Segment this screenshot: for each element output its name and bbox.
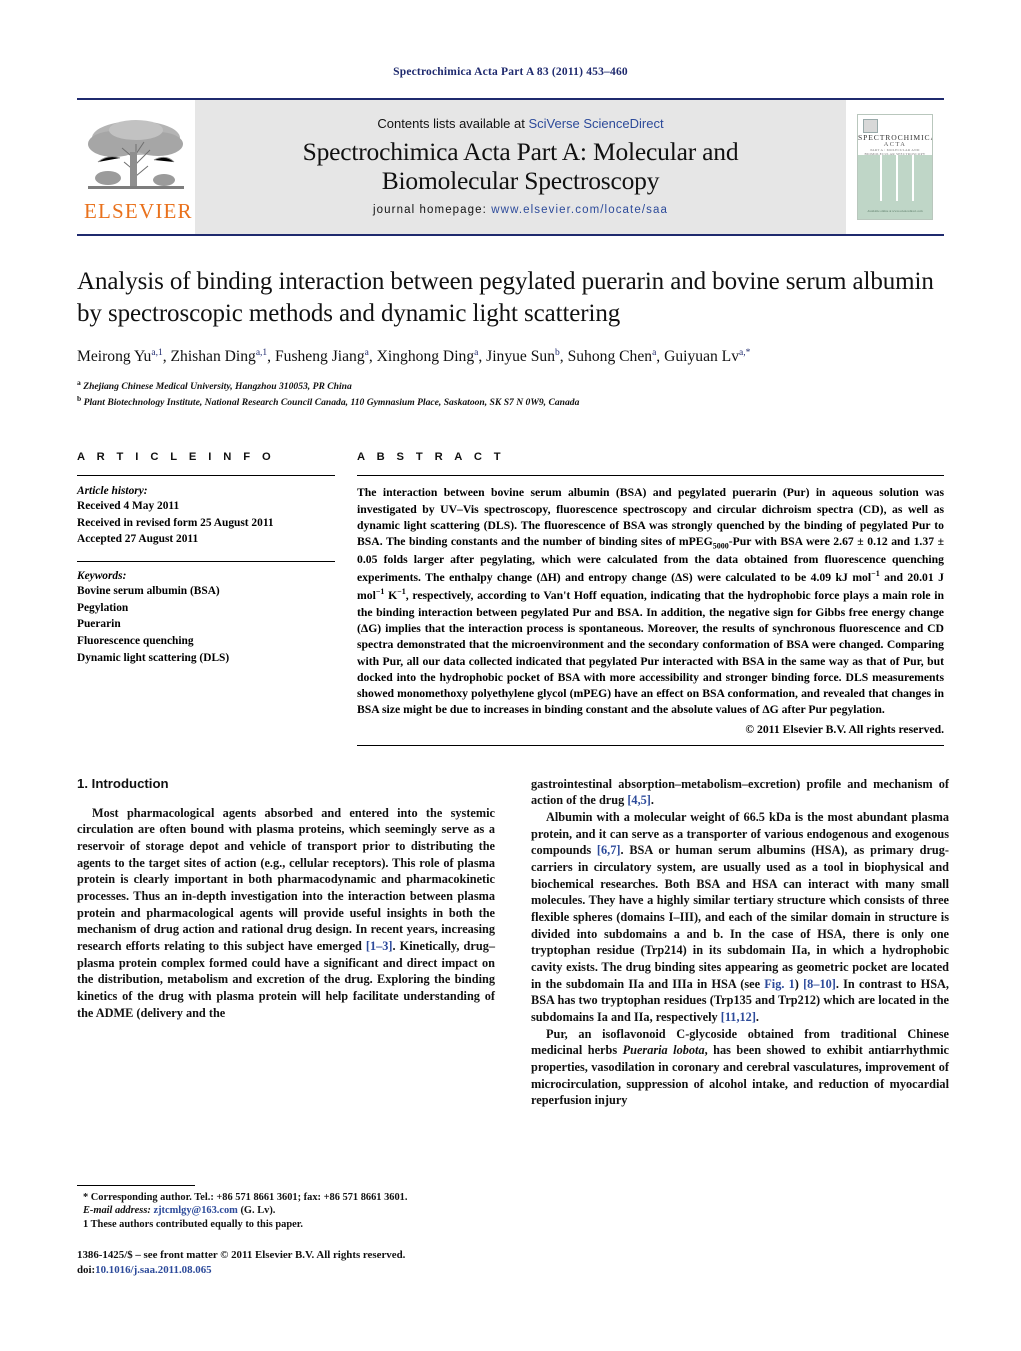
- journal-homepage-line: journal homepage: www.elsevier.com/locat…: [373, 204, 668, 216]
- history-item: Received in revised form 25 August 2011: [77, 516, 274, 529]
- journal-title-line2: Biomolecular Spectroscopy: [381, 165, 660, 195]
- elsevier-wordmark: ELSEVIER: [84, 199, 193, 223]
- email-suffix: (G. Lv).: [240, 1205, 276, 1217]
- divider: [357, 744, 944, 746]
- title-block: Analysis of binding interaction between …: [77, 266, 944, 409]
- article-info-heading: A R T I C L E I N F O: [77, 451, 276, 464]
- homepage-label: journal homepage:: [373, 204, 492, 217]
- mpeg-subscript: 5000: [712, 541, 729, 551]
- journal-title-line1: Spectrochimica Acta Part A: Molecular an…: [302, 136, 739, 166]
- article-history-label: Article history:: [77, 485, 148, 498]
- info-abstract-region: A R T I C L E I N F O Article history: R…: [77, 451, 944, 746]
- cover-footer: Available online at www.sciencedirect.co…: [867, 209, 923, 213]
- paper-page: Spectrochimica Acta Part A 83 (2011) 453…: [0, 0, 1021, 1351]
- species-name: Pueraria lobota: [622, 1043, 705, 1058]
- email-note: E-mail address: zjtcmlgy@163.com (G. Lv)…: [77, 1204, 495, 1218]
- doi-label: doi:: [77, 1264, 96, 1277]
- paragraph: Pur, an isoflavonoid C-glycoside obtaine…: [531, 1026, 949, 1108]
- body-column-right: gastrointestinal absorption–metabolism–e…: [531, 776, 949, 1109]
- doi-link[interactable]: 10.1016/j.saa.2011.08.065: [95, 1264, 211, 1276]
- footnote-block: * Corresponding author. Tel.: +86 571 86…: [77, 1184, 495, 1278]
- cover-artwork: Available online at www.sciencedirect.co…: [858, 155, 932, 219]
- author-list: Meirong Yua,1, Zhishan Dinga,1, Fusheng …: [77, 346, 944, 368]
- cover-header: SPECTROCHIMICA ACTA PART A : MOLECULAR A…: [858, 115, 932, 156]
- citation-link[interactable]: [8–10]: [803, 977, 836, 991]
- abstract-text: The interaction between bovine serum alb…: [357, 486, 944, 717]
- keyword-item: Fluorescence quenching: [77, 634, 194, 647]
- masthead-center: Contents lists available at SciVerse Sci…: [195, 100, 846, 234]
- keyword-item: Puerarin: [77, 618, 121, 631]
- divider: [357, 475, 944, 477]
- journal-cover-thumbnail: SPECTROCHIMICA ACTA PART A : MOLECULAR A…: [846, 100, 944, 234]
- keywords-label: Keywords:: [77, 569, 127, 582]
- author-item: Suhong Chena,: [567, 347, 665, 365]
- contents-available-line: Contents lists available at SciVerse Sci…: [377, 116, 663, 131]
- journal-title: Spectrochimica Acta Part A: Molecular an…: [302, 136, 739, 196]
- email-link[interactable]: zjtcmlgy@163.com: [153, 1205, 237, 1216]
- cover-title-line2: ACTA: [883, 141, 907, 148]
- divider: [77, 560, 335, 562]
- section-heading-introduction: 1. Introduction: [77, 775, 169, 791]
- citation-link[interactable]: [1–3]: [366, 939, 393, 953]
- sciencedirect-link[interactable]: SciVerse ScienceDirect: [528, 116, 663, 131]
- cover-logo-icon: [863, 119, 878, 133]
- figure-link[interactable]: Fig. 1: [764, 977, 795, 991]
- author-item: Zhishan Dinga,1,: [170, 347, 275, 365]
- abstract-column: A B S T R A C T The interaction between …: [357, 451, 944, 746]
- paragraph: gastrointestinal absorption–metabolism–e…: [531, 776, 949, 808]
- journal-homepage-link[interactable]: www.elsevier.com/locate/saa: [491, 204, 668, 216]
- paragraph: Most pharmacological agents absorbed and…: [77, 805, 495, 1020]
- corresponding-author-note: * Corresponding author. Tel.: +86 571 86…: [83, 1191, 408, 1203]
- paper-title: Analysis of binding interaction between …: [77, 268, 934, 327]
- issn-line: 1386-1425/$ – see front matter © 2011 El…: [77, 1249, 406, 1262]
- paragraph: Albumin with a molecular weight of 66.5 …: [531, 810, 950, 1024]
- keyword-item: Pegylation: [77, 601, 129, 614]
- contents-prefix: Contents lists available at: [377, 115, 529, 131]
- journal-masthead: ELSEVIER Contents lists available at Sci…: [77, 98, 944, 236]
- affiliation-item: b Plant Biotechnology Institute, Nationa…: [77, 393, 580, 408]
- email-label: E-mail address:: [83, 1205, 151, 1217]
- author-item: Fusheng Jianga,: [274, 347, 377, 365]
- abstract-part5: , respectively, according to Van't Hoff …: [357, 589, 944, 717]
- keyword-item: Dynamic light scattering (DLS): [77, 651, 230, 664]
- citation-link[interactable]: [6,7]: [597, 843, 621, 857]
- equal-contribution-note: 1 These authors contributed equally to t…: [83, 1219, 303, 1231]
- history-item: Accepted 27 August 2011: [77, 532, 199, 545]
- footnote-divider: [77, 1184, 195, 1186]
- history-item: Received 4 May 2011: [77, 500, 180, 513]
- article-info-column: A R T I C L E I N F O Article history: R…: [77, 451, 335, 745]
- author-marks: a,1: [151, 347, 163, 358]
- abstract-copyright: © 2011 Elsevier B.V. All rights reserved…: [745, 722, 944, 736]
- citation-link[interactable]: [11,12]: [721, 1010, 756, 1024]
- author-item: Meirong Yua,1,: [77, 347, 171, 365]
- author-item: Guiyuan Lva,*: [664, 347, 751, 365]
- issn-copyright-block: 1386-1425/$ – see front matter © 2011 El…: [77, 1248, 495, 1278]
- running-head: Spectrochimica Acta Part A 83 (2011) 453…: [393, 66, 628, 78]
- affiliation-item: a Zhejiang Chinese Medical University, H…: [77, 377, 352, 393]
- body-column-left: 1. Introduction Most pharmacological age…: [77, 776, 495, 1109]
- author-item: Jinyue Sunb,: [486, 347, 568, 365]
- author-marks: a,*: [739, 347, 751, 358]
- divider: [77, 475, 335, 477]
- author-item: Xinghong Dinga,: [376, 347, 487, 365]
- citation-link[interactable]: [4,5]: [627, 793, 651, 807]
- publisher-logo: ELSEVIER: [77, 100, 195, 234]
- elsevier-tree-icon: [84, 114, 188, 200]
- affiliation-list: a Zhejiang Chinese Medical University, H…: [77, 378, 944, 410]
- doi-line: doi:10.1016/j.saa.2011.08.065: [77, 1263, 495, 1278]
- author-marks: a,1: [255, 347, 268, 358]
- body-columns: 1. Introduction Most pharmacological age…: [77, 776, 949, 1109]
- keyword-item: Bovine serum albumin (BSA): [77, 584, 220, 597]
- abstract-heading: A B S T R A C T: [357, 451, 506, 464]
